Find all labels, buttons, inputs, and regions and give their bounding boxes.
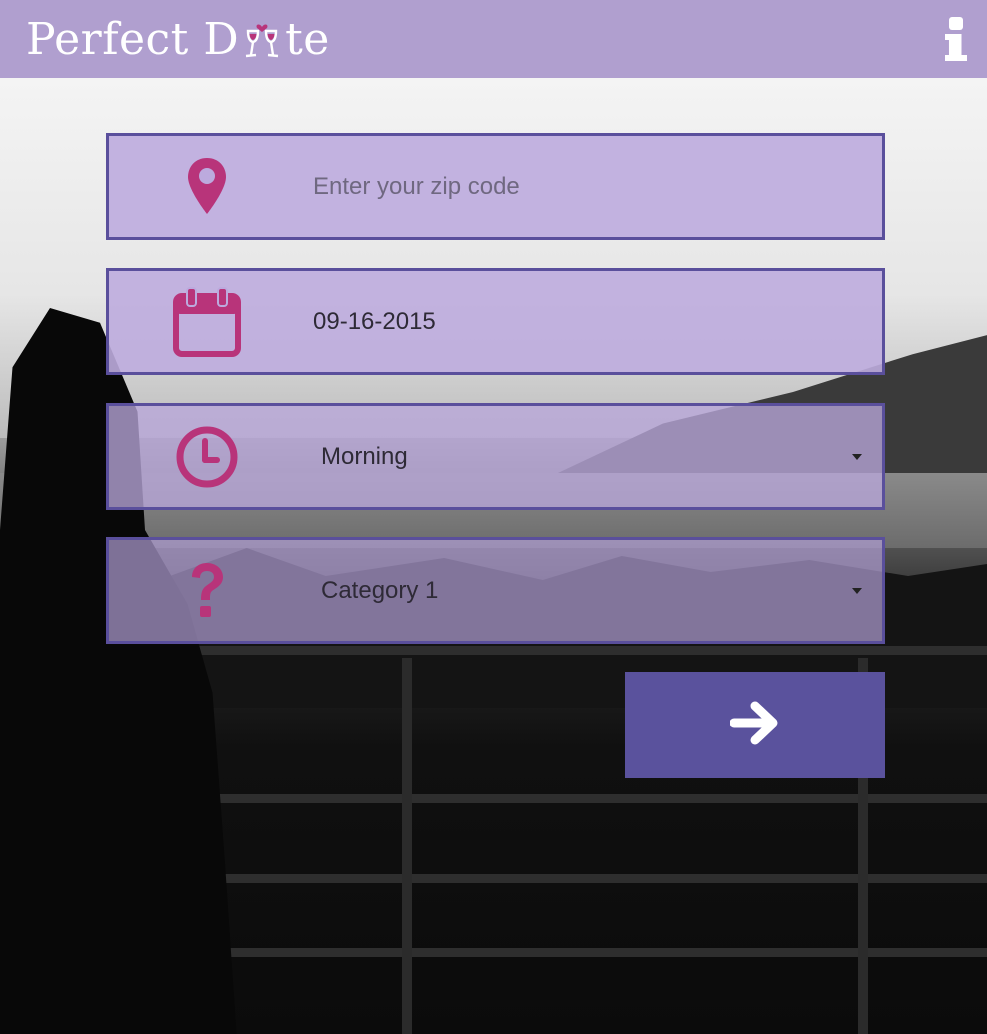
category-select[interactable]: Category 1: [106, 537, 885, 644]
zip-code-input[interactable]: [305, 136, 882, 237]
wine-glasses-hearts-icon: [240, 17, 284, 61]
category-value: Category 1: [321, 576, 439, 604]
calendar-icon: [109, 271, 305, 372]
info-icon[interactable]: [945, 17, 969, 61]
chevron-down-icon: [852, 453, 862, 460]
zip-code-field: [106, 133, 885, 240]
date-value: 09-16-2015: [313, 307, 436, 335]
logo-text-start: Perfect D: [26, 13, 240, 65]
time-of-day-select[interactable]: Morning: [106, 403, 885, 510]
time-of-day-value: Morning: [321, 442, 408, 470]
question-mark-icon: [109, 540, 305, 641]
app-logo[interactable]: Perfect D te: [26, 14, 330, 65]
background-railing-post: [402, 658, 412, 1034]
map-pin-icon: [109, 136, 305, 237]
chevron-down-icon: [852, 587, 862, 594]
background-railing: [180, 646, 987, 655]
clock-icon: [109, 406, 305, 507]
date-field[interactable]: 09-16-2015: [106, 268, 885, 375]
submit-button[interactable]: [625, 672, 885, 778]
logo-text-end: te: [285, 13, 330, 65]
app-header: Perfect D te: [0, 0, 987, 78]
arrow-right-icon: [729, 701, 780, 750]
